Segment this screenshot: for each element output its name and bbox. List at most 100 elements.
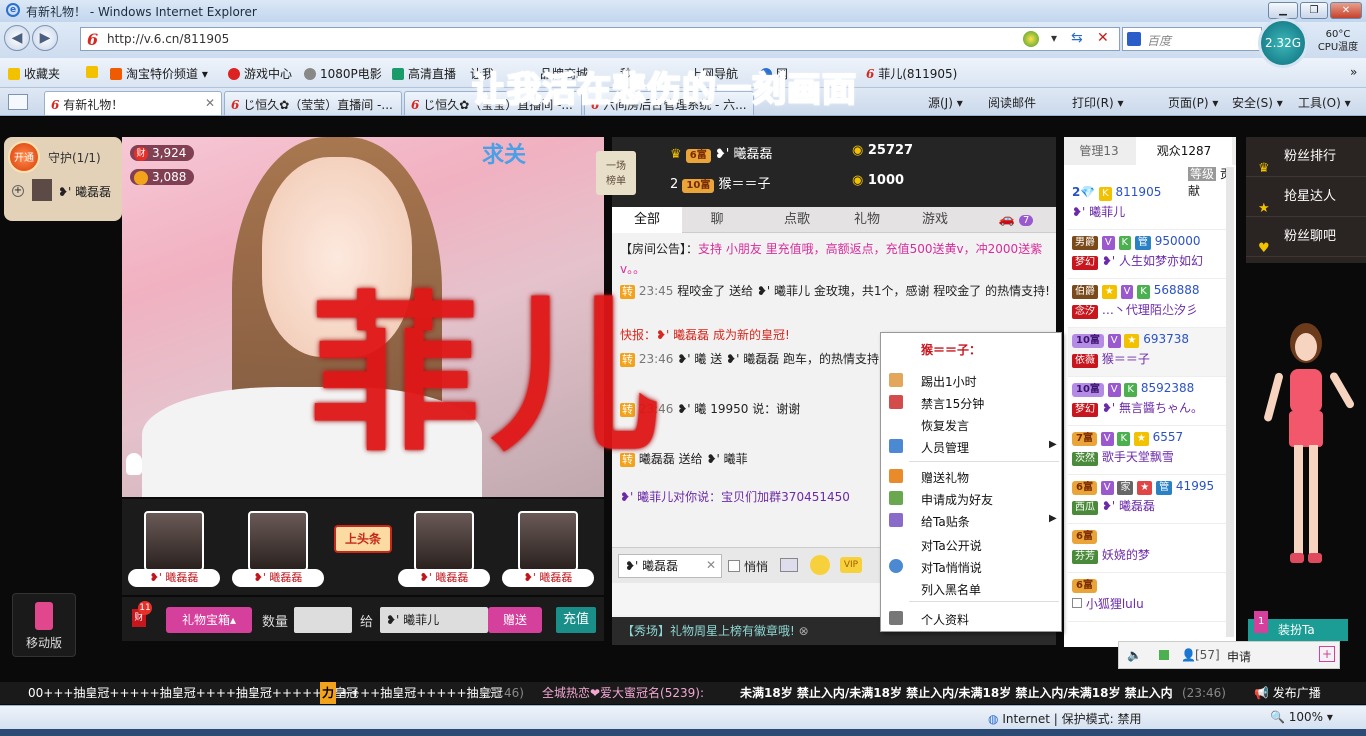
- top-gifter-avatar[interactable]: [248, 511, 308, 571]
- quick-tabs-icon[interactable]: [8, 94, 28, 110]
- star-grab-button[interactable]: ★ 抢星达人: [1246, 177, 1366, 217]
- rank-row-2[interactable]: 2 10富 猴＝＝子: [670, 173, 771, 193]
- dress-up-button[interactable]: 1 装扮Ta: [1248, 611, 1348, 641]
- url-field[interactable]: 6 http://v.6.cn/811905 ▾ ⇆ ✕: [80, 27, 1120, 51]
- menu-mute[interactable]: 禁言15分钟: [921, 395, 984, 412]
- audience-item[interactable]: 6富 小狐狸lulu: [1068, 573, 1228, 622]
- fav-overflow-icon[interactable]: »: [1350, 65, 1357, 79]
- fav-item-live[interactable]: 高清直播: [392, 65, 456, 82]
- speaker-icon[interactable]: 🔈: [1127, 648, 1142, 662]
- audience-item[interactable]: 7富 V K ★ 6557 茨然 歌手天堂飘雪: [1068, 426, 1228, 475]
- clear-target-icon[interactable]: ✕: [706, 558, 716, 572]
- tab-close-icon[interactable]: ✕: [205, 96, 215, 110]
- image-icon[interactable]: [780, 558, 798, 572]
- vip-icon[interactable]: VIP: [840, 557, 862, 573]
- rank-row-1[interactable]: ♛ 6富 ❥' 曦磊磊: [670, 143, 773, 163]
- cmd-tools[interactable]: 工具(O) ▾: [1298, 94, 1351, 111]
- minimize-button[interactable]: ▁: [1268, 2, 1298, 19]
- refresh-icon[interactable]: ⇆: [1071, 30, 1083, 46]
- fan-rank-button[interactable]: ♛ 粉丝排行: [1246, 137, 1366, 177]
- guard-member[interactable]: ❥' 曦磊磊: [58, 183, 111, 200]
- menu-unmute[interactable]: 恢复发言: [921, 417, 969, 434]
- menu-sticker[interactable]: 给Ta贴条: [921, 513, 970, 530]
- fav-item-feier[interactable]: 6 菲儿(811905): [866, 65, 957, 82]
- sort-level[interactable]: 等级: [1188, 167, 1217, 181]
- recipient-select[interactable]: ❥' 曦菲儿: [380, 607, 488, 633]
- menu-public[interactable]: 对Ta公开说: [921, 537, 982, 554]
- forward-button[interactable]: ▶: [32, 25, 58, 51]
- recharge-button[interactable]: 充值: [556, 607, 596, 633]
- maximize-button[interactable]: ❐: [1300, 2, 1328, 19]
- fav-item-games[interactable]: 游戏中心: [228, 65, 292, 82]
- gift-box-button[interactable]: 礼物宝箱▴: [166, 607, 252, 633]
- tab-admins[interactable]: 管理13: [1064, 137, 1134, 165]
- cmd-read-mail[interactable]: 阅读邮件: [988, 94, 1036, 111]
- toutiao-button[interactable]: 上头条: [334, 525, 392, 553]
- msg-text: ❥' 曦 送 ❥' 曦磊磊 跑车，的热情支持!: [677, 352, 884, 366]
- top-gifter-name[interactable]: ❥' 曦磊磊: [502, 569, 594, 587]
- favorites-button[interactable]: 收藏夹: [8, 65, 60, 82]
- tab-chat[interactable]: 聊: [682, 207, 752, 233]
- top-gifter-name[interactable]: ❥' 曦磊磊: [128, 569, 220, 587]
- apply-label[interactable]: 申请: [1227, 648, 1251, 665]
- audience-item[interactable]: 伯爵 ★ V K 568888 念汐 …丶代理陌尐汐彡: [1068, 279, 1228, 328]
- menu-blacklist[interactable]: 列入黑名单: [921, 581, 981, 598]
- close-button[interactable]: ✕: [1330, 2, 1362, 19]
- search-field[interactable]: 百度: [1122, 27, 1262, 51]
- fav-item-taobao[interactable]: 淘宝特价频道 ▾: [110, 65, 208, 82]
- qty-input[interactable]: [294, 607, 352, 633]
- audience-item[interactable]: 2💎 K 811905 ❥' 曦菲儿: [1068, 181, 1228, 230]
- mobile-version-button[interactable]: 移动版: [12, 593, 76, 657]
- fav-item-1080p[interactable]: 1080P电影: [304, 65, 382, 82]
- tab-game[interactable]: 游戏: [902, 207, 968, 233]
- menu-kick[interactable]: 踢出1小时: [921, 373, 977, 390]
- stage-list-tab[interactable]: 一场 榜单: [596, 151, 636, 195]
- menu-manage[interactable]: 人员管理: [921, 439, 969, 456]
- fan-chat-button[interactable]: ♥ 粉丝聊吧: [1246, 217, 1366, 257]
- cmd-page[interactable]: 页面(P) ▾: [1168, 94, 1218, 111]
- audience-scrollbar[interactable]: [1226, 167, 1234, 637]
- emoji-icon[interactable]: [810, 555, 830, 575]
- video-stream[interactable]: 财 3,924 3,088 求关: [122, 137, 604, 497]
- top-gifter-avatar[interactable]: [144, 511, 204, 571]
- tab-active[interactable]: 6 有新礼物！ ✕: [44, 91, 222, 115]
- audience-item[interactable]: 6富 V 家 ★ 管 41995 西瓜 ❥' 曦磊磊: [1068, 475, 1228, 524]
- top-gifter-name[interactable]: ❥' 曦磊磊: [398, 569, 490, 587]
- audience-item[interactable]: 10富 V K 8592388 梦幻 ❥' 無言醬ちゃん。: [1068, 377, 1228, 426]
- top-gifter-avatar[interactable]: [414, 511, 474, 571]
- top-gifter-name[interactable]: ❥' 曦磊磊: [232, 569, 324, 587]
- fav-add-icon[interactable]: [86, 65, 102, 79]
- menu-friend[interactable]: 申请成为好友: [921, 491, 993, 508]
- compat-view-icon[interactable]: [1023, 31, 1039, 47]
- zone-status[interactable]: ◍ Internet | 保护模式: 禁用: [988, 710, 1142, 727]
- ticker-close-icon[interactable]: ⊗: [799, 624, 809, 638]
- avatar-doll[interactable]: [1256, 317, 1356, 617]
- broadcast-button[interactable]: 📢 发布广播: [1254, 682, 1321, 704]
- tab-song[interactable]: 点歌: [762, 207, 832, 233]
- microphone-icon[interactable]: [126, 453, 142, 475]
- tab-2[interactable]: 6 じ恒久✿（莹莹）直播间 -...: [224, 91, 402, 115]
- dropdown-icon[interactable]: ▾: [1051, 31, 1057, 45]
- audience-item[interactable]: 6富 芬芳 妖娆的梦: [1068, 524, 1228, 573]
- audience-item[interactable]: 男爵 V K 管 950000 梦幻 ❥' 人生如梦亦如幻: [1068, 230, 1228, 279]
- menu-gift[interactable]: 赠送礼物: [921, 469, 969, 486]
- cmd-feeds[interactable]: 源(J) ▾: [928, 94, 963, 111]
- menu-profile[interactable]: 个人资料: [921, 611, 969, 628]
- add-icon[interactable]: +: [1319, 646, 1335, 662]
- cmd-safety[interactable]: 安全(S) ▾: [1232, 94, 1283, 111]
- stop-icon[interactable]: ✕: [1097, 30, 1109, 46]
- tab-car[interactable]: 🚗 7: [988, 207, 1044, 233]
- menu-whisper[interactable]: 对Ta悄悄说: [921, 559, 982, 576]
- tab-gift[interactable]: 礼物: [832, 207, 902, 233]
- open-guard-button[interactable]: 开通: [8, 141, 40, 173]
- top-gifter-avatar[interactable]: [518, 511, 578, 571]
- whisper-checkbox[interactable]: [728, 560, 740, 572]
- send-gift-button[interactable]: 赠送: [488, 607, 542, 633]
- cmd-print[interactable]: 打印(R) ▾: [1072, 94, 1124, 111]
- add-guard-icon[interactable]: +: [12, 185, 24, 197]
- zoom-control[interactable]: 🔍 100% ▾: [1270, 710, 1333, 724]
- tab-all[interactable]: 全部: [612, 207, 682, 233]
- back-button[interactable]: ◀: [4, 25, 30, 51]
- audience-item-selected[interactable]: 10富 V ★ 693738 依薇 猴＝＝子: [1068, 328, 1228, 377]
- tab-audience[interactable]: 观众1287: [1136, 137, 1232, 165]
